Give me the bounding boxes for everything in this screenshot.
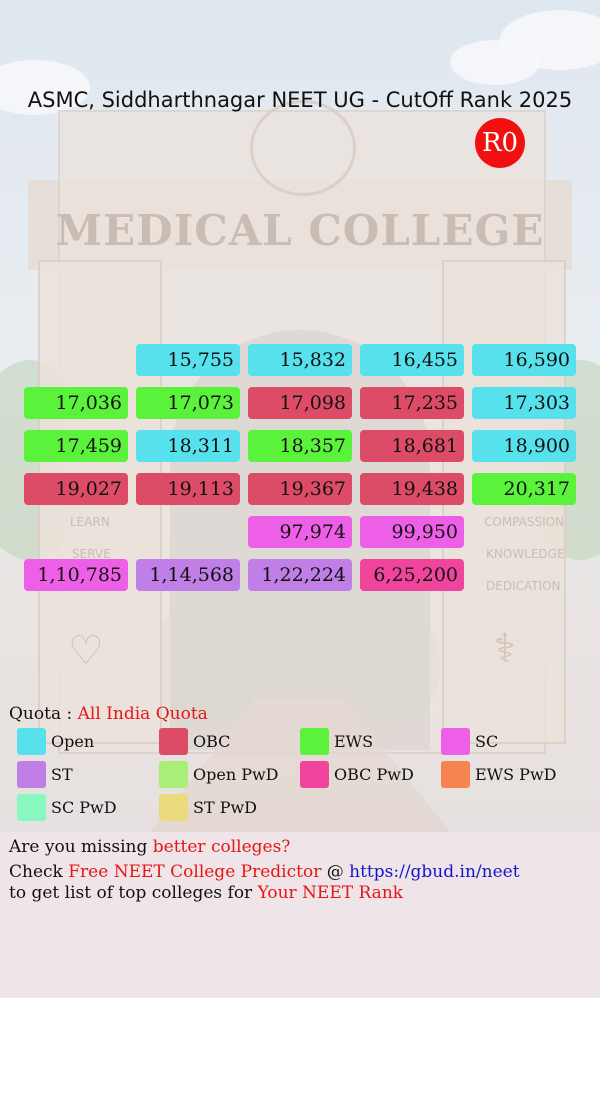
promo-text: to get list of top colleges for [9,883,258,903]
legend-label: OBC PwD [334,765,414,784]
quota-line: Quota : All India Quota [9,704,208,724]
legend-label: Open [51,732,95,751]
quota-value: All India Quota [77,704,208,724]
promo-text: Are you missing [9,837,153,857]
legend-label: EWS PwD [475,765,557,784]
rank-cell: 18,357 [248,430,352,462]
legend-item: Open [17,728,94,755]
legend-swatch [441,728,470,755]
legend-item: EWS [300,728,373,755]
rank-cell: 99,950 [360,516,464,548]
rank-cell: 18,681 [360,430,464,462]
promo-line-1: Are you missing better colleges? [9,837,290,857]
legend-label: SC PwD [51,798,117,817]
rank-cell: 1,14,568 [136,559,240,591]
legend-swatch [441,761,470,788]
rank-cell: 16,455 [360,344,464,376]
rank-cell: 16,590 [472,344,576,376]
rank-cell: 1,22,224 [248,559,352,591]
legend-swatch [159,728,188,755]
rank-cell: 18,311 [136,430,240,462]
legend-item: ST PwD [159,794,257,821]
promo-line-2: Check Free NEET College Predictor @ http… [9,862,520,882]
promo-highlight: better colleges? [152,837,291,857]
legend-item: OBC PwD [300,761,414,788]
rank-cell: 15,755 [136,344,240,376]
legend-label: ST [51,765,73,784]
legend-label: SC [475,732,499,751]
rank-cell: 17,073 [136,387,240,419]
legend-swatch [300,761,329,788]
legend-label: EWS [334,732,374,751]
promo-text: @ [321,862,350,882]
legend-label: OBC [193,732,231,751]
rank-cell: 17,036 [24,387,128,419]
rank-cell: 1,10,785 [24,559,128,591]
legend-swatch [159,761,188,788]
rank-cell: 17,235 [360,387,464,419]
legend-swatch [17,728,46,755]
rank-cell: 19,027 [24,473,128,505]
rank-cell: 17,098 [248,387,352,419]
legend-item: SC PwD [17,794,117,821]
predictor-url-link[interactable]: https://gbud.in/neet [349,862,519,882]
rank-cell: 19,438 [360,473,464,505]
predictor-link[interactable]: Free NEET College Predictor [68,862,321,882]
rank-cell: 6,25,200 [360,559,464,591]
promo-section: Are you missing better colleges? Check F… [0,832,600,998]
legend-item: SC [441,728,498,755]
legend-item: ST [17,761,73,788]
rank-cell: 15,832 [248,344,352,376]
rank-cell: 17,303 [472,387,576,419]
legend-label: ST PwD [193,798,258,817]
quota-label: Quota : [9,704,78,724]
legend-swatch [17,794,46,821]
legend-swatch [159,794,188,821]
rank-cell: 97,974 [248,516,352,548]
rank-cell: 19,113 [136,473,240,505]
legend-label: Open PwD [193,765,279,784]
legend-item: Open PwD [159,761,279,788]
legend-swatch [300,728,329,755]
rank-cell: 19,367 [248,473,352,505]
legend-swatch [17,761,46,788]
legend-item: EWS PwD [441,761,556,788]
rank-cell: 18,900 [472,430,576,462]
legend-item: OBC [159,728,230,755]
rank-cell: 17,459 [24,430,128,462]
rank-cell: 20,317 [472,473,576,505]
promo-line-3: to get list of top colleges for Your NEE… [9,883,403,903]
promo-highlight: Your NEET Rank [257,883,404,903]
promo-text: Check [9,862,69,882]
